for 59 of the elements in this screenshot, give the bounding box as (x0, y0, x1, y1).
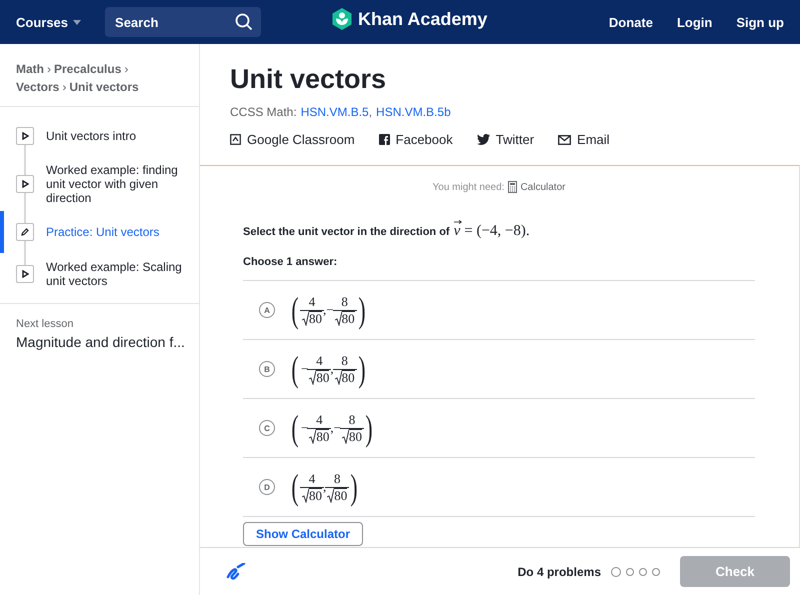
breadcrumb-link[interactable]: Vectors (16, 80, 60, 94)
envelope-icon (558, 134, 572, 144)
radical-icon (334, 370, 342, 385)
lesson-item[interactable]: Worked example: finding unit vector with given direction (0, 157, 199, 211)
breadcrumb-separator: › (62, 80, 66, 94)
play-icon (22, 180, 28, 188)
question-math: = (−4, −8). (464, 223, 530, 240)
next-lesson-link[interactable]: Magnitude and direction f... (16, 334, 183, 350)
standard-link[interactable]: HSN.VM.B.5b (376, 105, 451, 119)
share-link[interactable]: Email (558, 132, 610, 147)
breadcrumb-link[interactable]: Precalculus (54, 62, 122, 76)
radical-icon (302, 488, 309, 503)
radical-icon (334, 311, 342, 326)
logo-icon (332, 8, 352, 30)
calculator-link[interactable]: Calculator (508, 181, 566, 193)
next-lesson-label: Next lesson (16, 318, 74, 330)
breadcrumb-link[interactable]: Math (16, 62, 44, 76)
play-icon (22, 270, 28, 278)
courses-menu[interactable]: Courses (16, 14, 82, 30)
tools-label: You might need: (432, 182, 504, 192)
breadcrumb-link[interactable]: Unit vectors (69, 80, 139, 94)
vector-arrow-icon (454, 220, 462, 224)
scratchpad-icon[interactable] (226, 562, 246, 580)
standards-separator: , (368, 105, 372, 119)
radical-icon (327, 488, 334, 503)
calculator-icon (508, 181, 518, 193)
question-text: Select the unit vector in the direction of (243, 226, 450, 238)
goal-text: Do 4 problems (518, 564, 601, 578)
vector-variable: v (454, 223, 460, 240)
header-link[interactable]: Sign up (736, 14, 784, 30)
pencil-icon (21, 228, 29, 236)
share-link[interactable]: Twitter (476, 132, 534, 147)
radical-icon (342, 429, 349, 444)
header-link[interactable]: Login (676, 14, 712, 30)
share-link[interactable]: Google Classroom (230, 132, 355, 147)
header-link[interactable]: Donate (608, 14, 653, 30)
search-field[interactable]: Search (113, 14, 228, 30)
caret-icon (73, 20, 82, 24)
breadcrumb-separator: › (47, 62, 51, 76)
show-calculator-button[interactable]: Show Calculator (243, 522, 364, 546)
play-icon (22, 132, 28, 140)
lesson-item[interactable]: Worked example: Scaling unit vectors (0, 253, 199, 295)
lesson-item[interactable]: Practice: Unit vectors (0, 211, 199, 253)
standards-label: CCSS Math: (230, 105, 297, 119)
page-title: Unit vectors (230, 64, 388, 95)
choose-label: Choose 1 answer: (243, 256, 338, 268)
radical-icon (302, 311, 309, 326)
search-icon (235, 13, 254, 31)
share-link[interactable]: Facebook (378, 132, 453, 147)
standard-link[interactable]: HSN.VM.B.5 (300, 105, 369, 119)
breadcrumb-separator: › (124, 62, 128, 76)
lesson-item[interactable]: Unit vectors intro (0, 115, 199, 157)
bird-icon (476, 134, 490, 145)
logo-text: Khan Academy (358, 8, 488, 30)
classroom-icon (230, 134, 241, 145)
facebook-icon (378, 134, 390, 145)
radical-icon (309, 370, 316, 385)
radical-icon (309, 429, 316, 444)
search-box[interactable]: Search (105, 7, 262, 37)
